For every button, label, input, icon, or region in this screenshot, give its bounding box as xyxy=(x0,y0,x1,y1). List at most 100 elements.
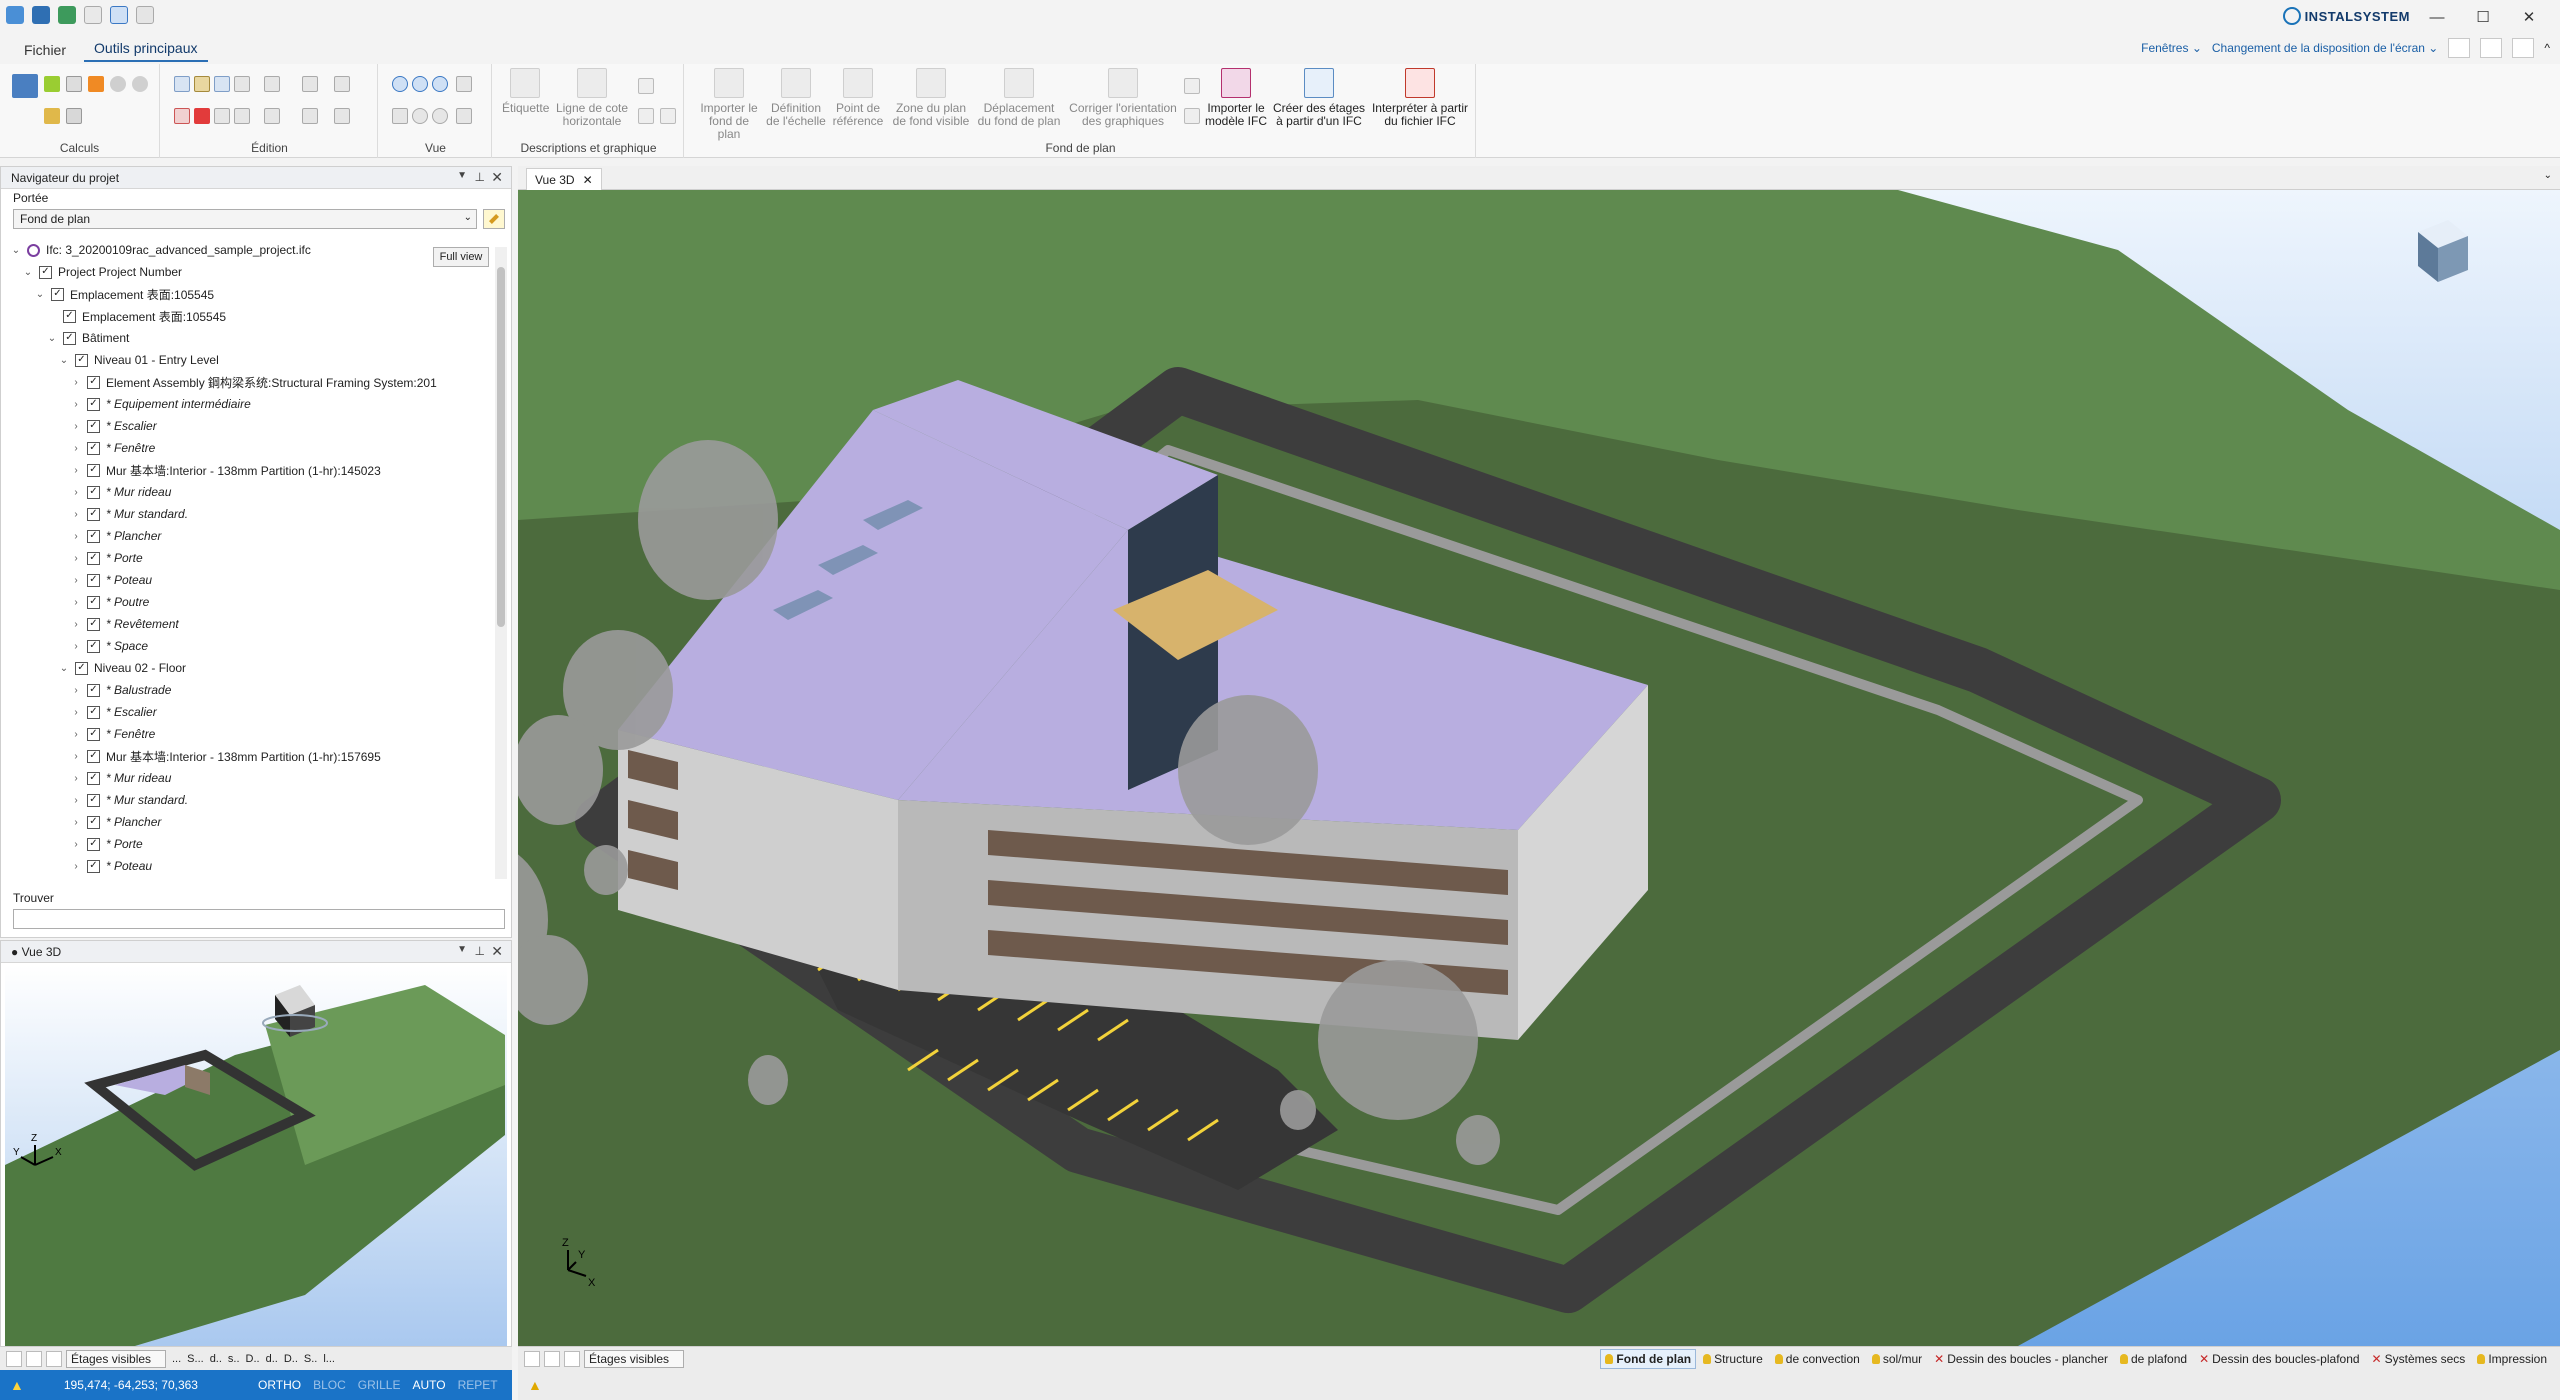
import-ifc-button[interactable]: Importer le modèle IFC xyxy=(1202,68,1270,128)
checkbox[interactable]: ✓ xyxy=(87,837,100,851)
chevron-right-icon[interactable]: › xyxy=(69,861,83,872)
tree-row[interactable]: › ✓ * Revêtement xyxy=(69,613,178,635)
checkbox[interactable]: ✓ xyxy=(87,793,100,807)
maximize-button[interactable]: ☐ xyxy=(2460,4,2506,30)
find-input[interactable] xyxy=(13,909,505,929)
pipe-icon[interactable] xyxy=(44,108,60,124)
close-icon[interactable]: ✕ xyxy=(491,169,503,186)
chevron-right-icon[interactable]: › xyxy=(69,619,83,630)
close-tab-icon[interactable]: ✕ xyxy=(583,173,593,187)
tree-row[interactable]: › ✓ * Escalier xyxy=(69,701,156,723)
cut-icon[interactable] xyxy=(174,108,190,124)
floor-down-icon[interactable] xyxy=(544,1350,560,1367)
scope-select[interactable]: Fond de plan ⌄ xyxy=(13,209,477,229)
move-icon[interactable] xyxy=(214,108,230,124)
chevron-right-icon[interactable]: › xyxy=(69,443,83,454)
checkbox[interactable]: ✓ xyxy=(87,419,100,433)
tree-row[interactable]: › ✓ * Plancher xyxy=(69,525,161,547)
checkbox[interactable]: ✓ xyxy=(87,617,100,631)
minimize-button[interactable]: — xyxy=(2414,4,2460,30)
tree-row[interactable]: › ✓ Element Assembly 鋼构梁系统:Structural Fram… xyxy=(69,371,437,393)
warning-icon[interactable]: ▲ xyxy=(528,1377,542,1393)
group-objects-icon[interactable] xyxy=(234,108,250,124)
panel-menu-icon[interactable]: ▼ xyxy=(457,944,467,955)
table-icon[interactable] xyxy=(66,108,82,124)
chevron-right-icon[interactable]: › xyxy=(69,839,83,850)
tree-row[interactable]: ✓ Emplacement 表面:105545 xyxy=(45,305,226,327)
chevron-down-icon[interactable]: ⌄ xyxy=(33,289,47,300)
chevron-right-icon[interactable]: › xyxy=(69,729,83,740)
checkbox[interactable]: ✓ xyxy=(87,815,100,829)
checkbox[interactable]: ✓ xyxy=(87,463,100,477)
tree-row[interactable]: ⌄ ✓ Niveau 01 - Entry Level xyxy=(57,349,219,371)
checkbox[interactable]: ✓ xyxy=(87,859,100,873)
checkbox[interactable]: ✓ xyxy=(87,749,100,763)
chevron-right-icon[interactable]: › xyxy=(69,509,83,520)
zoom-window-icon[interactable] xyxy=(432,76,448,92)
background-list-icon[interactable] xyxy=(1184,108,1200,124)
checkbox[interactable]: ✓ xyxy=(87,551,100,565)
scrollbar-thumb[interactable] xyxy=(497,267,505,627)
label-button[interactable]: Étiquette xyxy=(502,68,549,115)
layer-chip[interactable]: S... xyxy=(187,1353,204,1365)
chevron-right-icon[interactable]: › xyxy=(69,465,83,476)
chevron-right-icon[interactable]: › xyxy=(69,531,83,542)
layer-chip[interactable]: ... xyxy=(172,1353,181,1365)
redo-icon[interactable] xyxy=(136,6,154,24)
layer-toggle[interactable]: ✕ Systèmes secs xyxy=(2367,1349,2471,1369)
chevron-down-icon[interactable]: ⌄ xyxy=(21,267,35,278)
checkbox[interactable]: ✓ xyxy=(87,375,100,389)
tree-row[interactable]: ⌄ ✓ Emplacement 表面:105545 xyxy=(33,283,214,305)
chevron-right-icon[interactable]: › xyxy=(69,377,83,388)
tree-row[interactable]: › ✓ * Mur rideau xyxy=(69,481,171,503)
panel-menu-icon[interactable]: ▼ xyxy=(457,170,467,181)
repet-toggle[interactable]: REPET xyxy=(458,1378,498,1392)
mini-3d-canvas[interactable]: Z Y X xyxy=(5,965,507,1349)
tree-scrollbar[interactable] xyxy=(495,247,507,879)
visible-floors-select[interactable]: Étages visibles xyxy=(66,1349,166,1368)
zoom-previous-icon[interactable] xyxy=(412,108,428,124)
drop-icon[interactable] xyxy=(110,76,126,92)
layer-chip[interactable]: D.. xyxy=(284,1353,298,1365)
tree-row[interactable]: › ✓ * Mur standard. xyxy=(69,503,188,525)
text-icon[interactable] xyxy=(638,78,654,94)
warning-icon[interactable] xyxy=(88,76,104,92)
tree-row[interactable]: › ✓ * Equipement intermédiaire xyxy=(69,393,250,415)
table-insert-icon[interactable] xyxy=(638,108,654,124)
zoom-extents-icon[interactable] xyxy=(392,108,408,124)
snap-icon[interactable] xyxy=(264,108,280,124)
tree-row[interactable]: › ✓ * Mur rideau xyxy=(69,767,171,789)
tree-row[interactable]: › ✓ * Porte xyxy=(69,833,142,855)
zoom-out-icon[interactable] xyxy=(412,76,428,92)
chevron-right-icon[interactable]: › xyxy=(69,817,83,828)
checkbox[interactable]: ✓ xyxy=(75,661,88,675)
grille-toggle[interactable]: GRILLE xyxy=(358,1378,401,1392)
ortho-toggle[interactable]: ORTHO xyxy=(258,1378,301,1392)
view-options-icon[interactable] xyxy=(456,76,472,92)
flame-icon[interactable] xyxy=(132,76,148,92)
note-icon[interactable] xyxy=(660,108,676,124)
background-options-icon[interactable] xyxy=(1184,78,1200,94)
checkbox[interactable]: ✓ xyxy=(63,331,76,345)
windows-dropdown[interactable]: Fenêtres ⌄ xyxy=(2141,41,2202,55)
layer-chip[interactable]: d.. xyxy=(266,1353,278,1365)
dimension-line-button[interactable]: Ligne de cote horizontale xyxy=(550,68,634,128)
tree-row[interactable]: ⌄ ✓ Niveau 02 - Floor xyxy=(57,657,186,679)
checkbox[interactable]: ✓ xyxy=(87,727,100,741)
calc-icon[interactable] xyxy=(44,76,60,92)
open-icon[interactable] xyxy=(58,6,76,24)
close-icon[interactable]: ✕ xyxy=(491,943,503,960)
checkbox[interactable]: ✓ xyxy=(87,441,100,455)
chevron-right-icon[interactable]: › xyxy=(69,641,83,652)
checkbox[interactable]: ✓ xyxy=(63,309,76,323)
zoom-all-icon[interactable] xyxy=(432,108,448,124)
tree-row[interactable]: ⌄ Ifc: 3_20200109rac_advanced_sample_proj… xyxy=(9,239,311,261)
chevron-down-icon[interactable]: ⌄ xyxy=(57,355,71,366)
settings-icon[interactable] xyxy=(2480,38,2503,58)
warning-icon[interactable]: ▲ xyxy=(10,1377,24,1393)
home-icon[interactable] xyxy=(6,6,24,24)
correct-orientation-button[interactable]: Corriger l'orientation des graphiques xyxy=(1066,68,1180,128)
link-icon[interactable] xyxy=(2512,38,2535,58)
tree-row[interactable]: › ✓ * Fenêtre xyxy=(69,437,155,459)
floor-down-icon[interactable] xyxy=(26,1350,42,1367)
